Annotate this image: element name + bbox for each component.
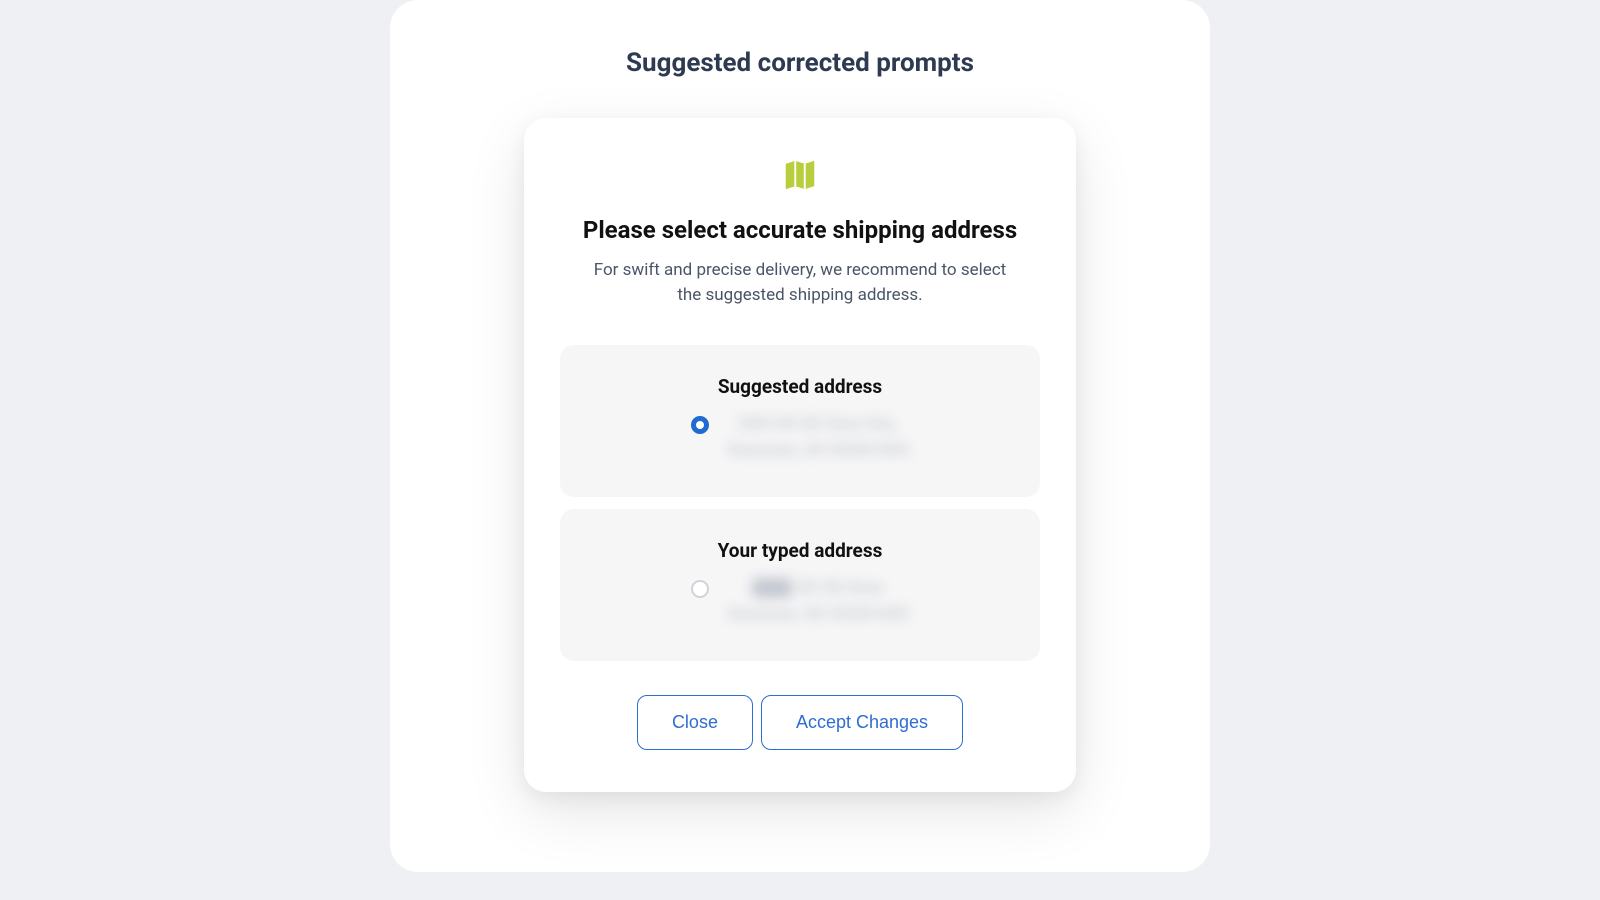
typed-radio-row: XXX XX XX Xxxx Xxxxxxxx, XX XXXX-XXX <box>588 576 1012 627</box>
suggested-radio-row: XXX XX XX Xxxx Xxx, Xxxxxxxx, XX XXXX-XX… <box>588 412 1012 463</box>
accept-changes-button[interactable]: Accept Changes <box>761 695 963 750</box>
map-icon <box>780 156 820 198</box>
modal-buttons: Close Accept Changes <box>560 695 1040 750</box>
typed-radio[interactable] <box>691 580 709 598</box>
typed-line1-highlight: XXX <box>752 578 792 598</box>
address-modal: Please select accurate shipping address … <box>524 118 1076 792</box>
page-heading: Suggested corrected prompts <box>430 48 1170 78</box>
modal-title: Please select accurate shipping address <box>560 216 1040 244</box>
suggested-address-option[interactable]: Suggested address XXX XX XX Xxxx Xxx, Xx… <box>560 345 1040 497</box>
typed-line2: Xxxxxxxx, XX XXXX-XXX <box>727 604 909 624</box>
suggested-radio[interactable] <box>691 416 709 434</box>
typed-address-option[interactable]: Your typed address XXX XX XX Xxxx Xxxxxx… <box>560 509 1040 661</box>
typed-line1-rest: XX XX Xxxx <box>792 578 883 598</box>
typed-address-label: Your typed address <box>588 539 1012 562</box>
suggested-address-label: Suggested address <box>588 375 1012 398</box>
outer-card: Suggested corrected prompts Please selec… <box>390 0 1210 872</box>
typed-address-text: XXX XX XX Xxxx Xxxxxxxx, XX XXXX-XXX <box>727 576 909 627</box>
suggested-address-text: XXX XX XX Xxxx Xxx, Xxxxxxxx, XX XXXX-XX… <box>727 412 909 463</box>
suggested-line2: Xxxxxxxx, XX XXXX-XXX <box>727 440 909 460</box>
close-button[interactable]: Close <box>637 695 753 750</box>
suggested-line1: XXX XX XX Xxxx Xxx, <box>739 414 897 434</box>
modal-description: For swift and precise delivery, we recom… <box>590 258 1010 307</box>
